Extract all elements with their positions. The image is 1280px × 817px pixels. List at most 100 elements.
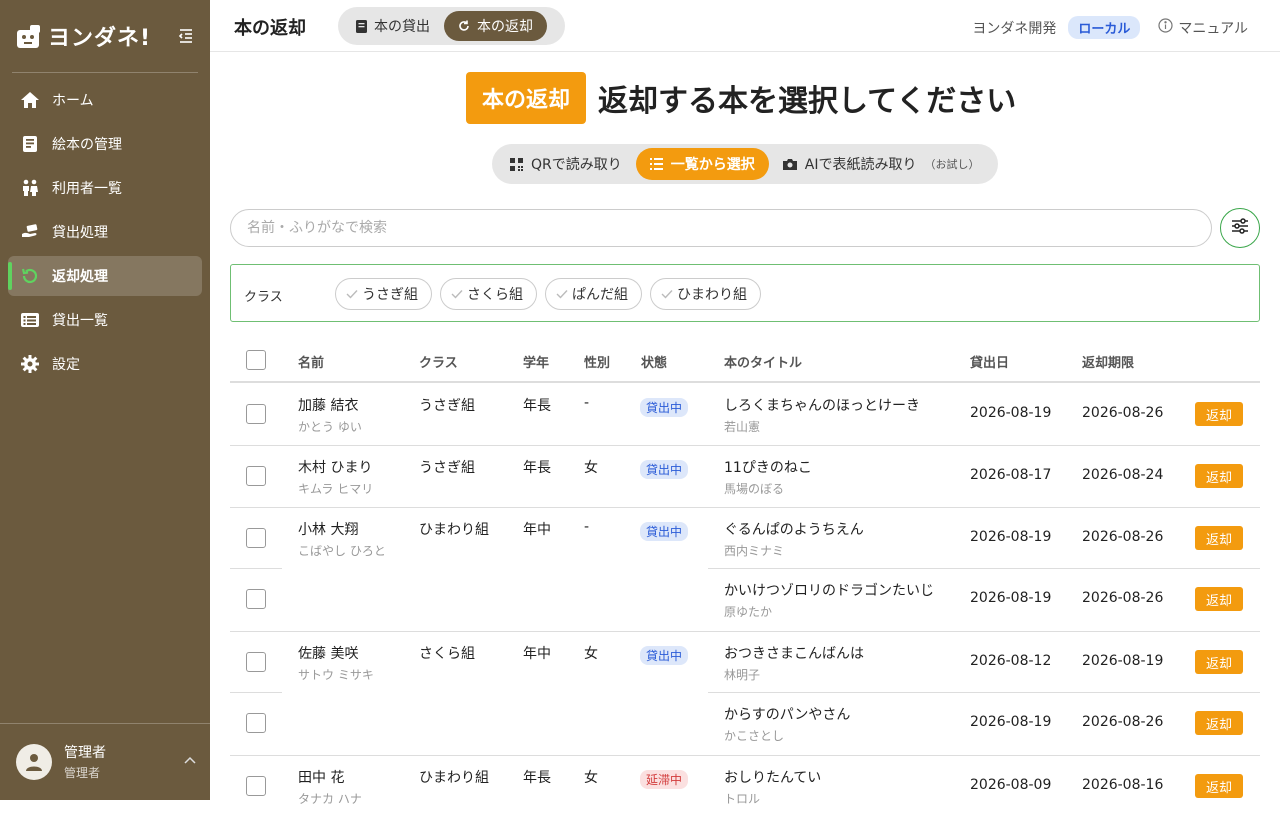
table-row: 小林 大翔 こばやし ひろと ひまわり組 年中 - 貸出中 ぐるんぱのようちえん西…: [230, 507, 1260, 569]
class-filter: クラス うさぎ組 さくら組 ぱんだ組 ひまわり組: [230, 264, 1260, 322]
student-name: 田中 花: [298, 770, 345, 786]
check-icon: [346, 289, 358, 299]
mode-switch: 本の貸出 本の返却: [338, 7, 565, 45]
class-chip-sakura[interactable]: さくら組: [440, 278, 537, 310]
select-all-checkbox[interactable]: [246, 350, 266, 370]
hero-heading: 本の返却 返却する本を選択してください: [466, 72, 1016, 124]
filter-button[interactable]: [1220, 208, 1260, 248]
due-date: 2026-08-26: [1082, 529, 1164, 545]
user-menu[interactable]: 管理者 管理者: [16, 742, 196, 781]
search-input[interactable]: [230, 209, 1212, 247]
lent-date: 2026-08-19: [970, 405, 1052, 421]
qr-icon: [510, 157, 523, 171]
return-button[interactable]: 返却: [1195, 526, 1243, 550]
book-author: トロル: [724, 792, 761, 806]
lent-date: 2026-08-12: [970, 653, 1052, 669]
student-name: 佐藤 美咲: [298, 646, 359, 662]
class-chip-himawari[interactable]: ひまわり組: [650, 278, 761, 310]
manual-link[interactable]: マニュアル: [1158, 18, 1248, 38]
sidebar-item-label: 利用者一覧: [52, 181, 122, 197]
book-cell: かいけつゾロリのドラゴンたいじ 原ゆたか: [724, 580, 934, 620]
return-button[interactable]: 返却: [1195, 587, 1243, 611]
student-name-cell: 田中 花タナカ ハナ: [298, 767, 362, 807]
table-row: かいけつゾロリのドラゴンたいじ 原ゆたか 2026-08-19 2026-08-2…: [230, 568, 1260, 631]
student-gender: 女: [584, 646, 598, 662]
collapse-sidebar-icon[interactable]: [177, 27, 195, 45]
row-checkbox[interactable]: [246, 589, 266, 609]
row-checkbox[interactable]: [246, 404, 266, 424]
mode-list[interactable]: 一覧から選択: [635, 148, 769, 180]
book-title: からすのパンやさん: [724, 707, 851, 723]
student-class: ひまわり組: [419, 770, 489, 786]
book-title: かいけつゾロリのドラゴンたいじ: [724, 583, 934, 599]
refresh-icon: [458, 20, 470, 32]
camera-icon: [782, 158, 797, 170]
row-checkbox[interactable]: [246, 776, 266, 796]
sidebar-divider: [12, 72, 198, 73]
due-date: 2026-08-16: [1082, 777, 1164, 793]
mode-qr[interactable]: QRで読み取り: [496, 148, 636, 180]
return-button[interactable]: 返却: [1195, 650, 1243, 674]
col-status: 状態: [641, 356, 668, 371]
due-date: 2026-08-26: [1082, 590, 1164, 606]
return-button[interactable]: 返却: [1195, 402, 1243, 426]
due-date: 2026-08-19: [1082, 653, 1164, 669]
sidebar-item-return[interactable]: 返却処理: [8, 256, 202, 296]
col-gender: 性別: [584, 356, 611, 371]
status-badge: 貸出中: [640, 460, 689, 479]
check-icon: [661, 289, 673, 299]
book-author: かこさとし: [724, 729, 785, 743]
tab-return[interactable]: 本の返却: [444, 11, 547, 41]
return-button[interactable]: 返却: [1195, 774, 1243, 798]
student-name-cell: 木村 ひまり キムラ ヒマリ: [298, 457, 373, 497]
student-name: 小林 大翔: [298, 522, 359, 538]
col-lent: 貸出日: [970, 356, 1010, 371]
logo-text: ヨンダネ!: [48, 26, 152, 51]
header-right: ヨンダネ開発 ローカル マニュアル: [972, 16, 1248, 39]
select-mode-switch: QRで読み取り 一覧から選択 AIで表紙読み取り （お試し）: [492, 144, 998, 184]
return-button[interactable]: 返却: [1195, 711, 1243, 735]
mode-list-label: 一覧から選択: [670, 157, 755, 173]
student-name: 木村 ひまり: [298, 460, 373, 476]
top-header: 本の返却 本の貸出 本の返却 ヨンダネ開発 ローカル マニュアル: [210, 0, 1280, 52]
class-chip-panda[interactable]: ぱんだ組: [545, 278, 642, 310]
class-chip-usagi[interactable]: うさぎ組: [335, 278, 432, 310]
student-name-cell: 加藤 結衣 かとう ゆい: [298, 395, 362, 435]
return-button[interactable]: 返却: [1195, 464, 1243, 488]
lent-date: 2026-08-09: [970, 777, 1052, 793]
tab-return-label: 本の返却: [477, 19, 533, 35]
sliders-icon: [1231, 218, 1249, 238]
sidebar-item-home[interactable]: ホーム: [8, 80, 202, 120]
row-divider: [230, 692, 282, 693]
mode-qr-label: QRで読み取り: [531, 157, 622, 173]
row-checkbox[interactable]: [246, 652, 266, 672]
loan-table: 名前 クラス 学年 性別 状態 本のタイトル 貸出日 返却期限 加藤 結衣 かとう…: [230, 338, 1260, 817]
sidebar-item-lend[interactable]: 貸出処理: [8, 212, 202, 252]
sidebar-item-users[interactable]: 利用者一覧: [8, 168, 202, 208]
student-name: 加藤 結衣: [298, 398, 359, 414]
mode-ai[interactable]: AIで表紙読み取り （お試し）: [769, 148, 994, 180]
sidebar-item-books[interactable]: 絵本の管理: [8, 124, 202, 164]
sidebar-item-loan-list[interactable]: 貸出一覧: [8, 300, 202, 340]
student-kana: こばやし ひろと: [298, 544, 386, 558]
tab-lend[interactable]: 本の貸出: [342, 11, 444, 41]
chip-label: うさぎ組: [362, 287, 418, 303]
sidebar-item-label: 設定: [52, 357, 80, 373]
row-checkbox[interactable]: [246, 528, 266, 548]
chip-label: さくら組: [467, 287, 523, 303]
book-icon: [20, 134, 40, 154]
sidebar-item-settings[interactable]: 設定: [8, 344, 202, 384]
student-name-cell: 小林 大翔こばやし ひろと: [298, 519, 386, 559]
row-checkbox[interactable]: [246, 466, 266, 486]
book-title: おしりたんてい: [724, 770, 822, 786]
student-grade: 年長: [523, 398, 551, 414]
app-logo[interactable]: ヨンダネ!: [16, 20, 151, 52]
book-author: 林明子: [724, 668, 761, 682]
book-author: 西内ミナミ: [724, 544, 785, 558]
book-author: 若山憲: [724, 420, 761, 434]
student-gender: 女: [584, 460, 598, 476]
student-name-cell: 佐藤 美咲 サトウ ミサキ: [298, 643, 374, 683]
row-checkbox[interactable]: [246, 713, 266, 733]
status-badge: 貸出中: [640, 522, 689, 541]
lent-date: 2026-08-17: [970, 467, 1052, 483]
